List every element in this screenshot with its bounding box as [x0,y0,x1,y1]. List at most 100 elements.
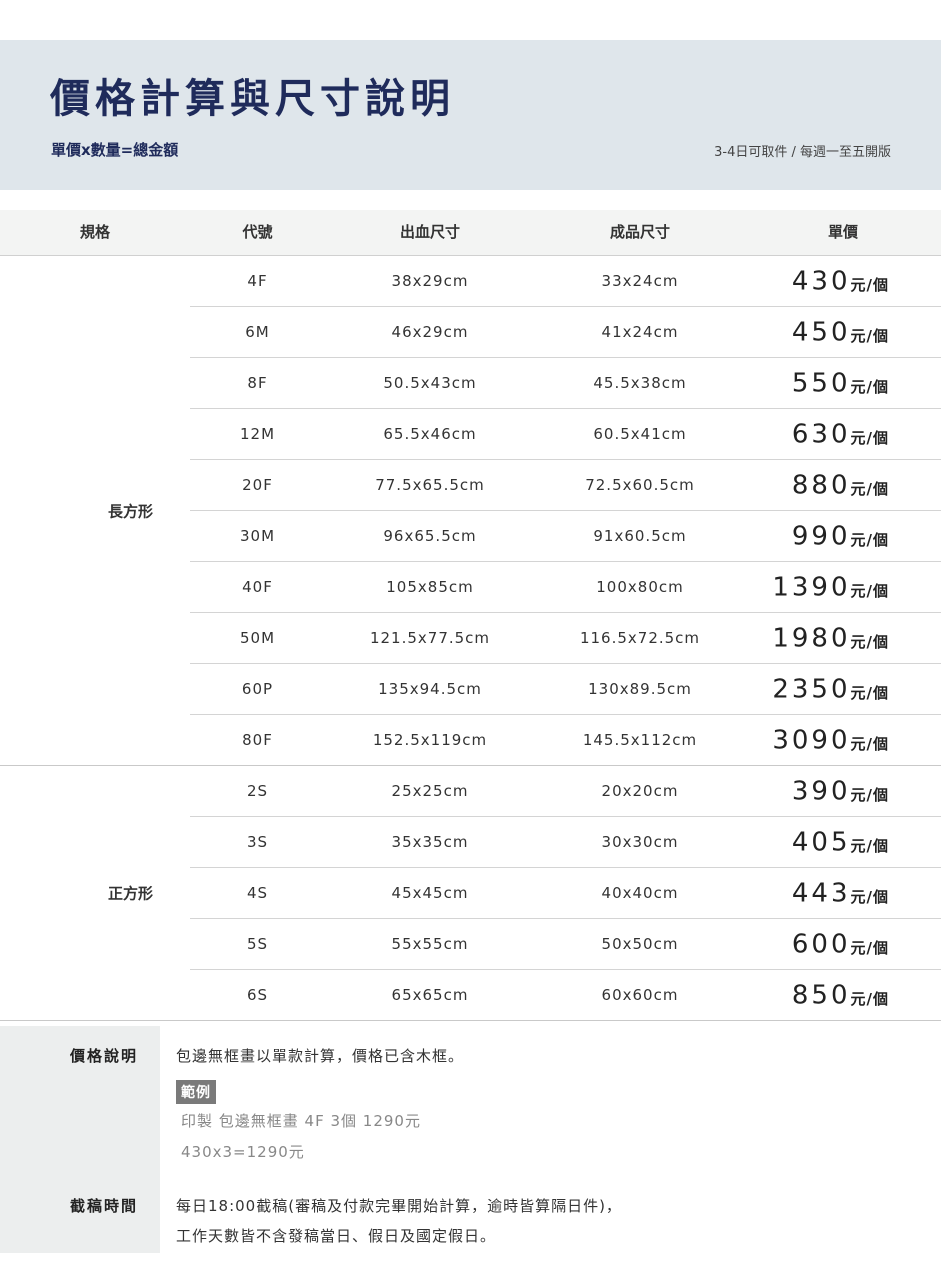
table-row: 4S 45x45cm 40x40cm 443元/個 [190,868,941,919]
price-value: 3090 [772,725,851,756]
code-cell: 50M [239,629,276,647]
bleed-size-cell: 135x94.5cm [378,680,482,698]
price-cell: 390元/個 [792,766,889,820]
code-cell: 60P [241,680,274,698]
price-unit: 元/個 [850,786,889,804]
deadline-note-line-1: 每日18:00截稿(審稿及付款完畢開始計算，逾時皆算隔日件)， [176,1197,622,1215]
bleed-size-cell: 152.5x119cm [372,731,488,749]
example-tag: 範例 [176,1080,216,1104]
group-rows: 4F 38x29cm 33x24cm 430元/個 6M 46x29cm 41x24cm 45… [190,256,941,765]
price-cell: 3090元/個 [772,715,889,769]
code-cell: 12M [239,425,276,443]
final-size-cell: 30x30cm [601,833,679,851]
table-row: 6S 65x65cm 60x60cm 850元/個 [190,970,941,1020]
table-row: 3S 35x35cm 30x30cm 405元/個 [190,817,941,868]
table-row: 20F 77.5x65.5cm 72.5x60.5cm 880元/個 [190,460,941,511]
price-table: 規格 代號 出血尺寸 成品尺寸 單價 長方形 4F 38x29cm 33x24cm 43… [0,210,941,1021]
bleed-size-cell: 45x45cm [391,884,469,902]
pickup-schedule: 3-4日可取件 / 每週一至五開版 [714,145,891,160]
column-header-shape: 規格 [79,223,110,241]
price-unit: 元/個 [850,633,889,651]
code-cell: 6M [245,323,270,341]
price-value: 880 [791,470,851,501]
price-unit: 元/個 [850,276,889,294]
column-header-code: 代號 [242,223,273,241]
column-header-unit-price: 單價 [827,223,858,241]
table-group: 長方形 4F 38x29cm 33x24cm 430元/個 6M 46x29cm 41x24c… [0,256,941,766]
column-header-final-size: 成品尺寸 [609,223,670,241]
deadline-note-label: 截稿時間 [70,1197,139,1215]
bleed-size-cell: 65x65cm [391,986,469,1004]
final-size-cell: 91x60.5cm [593,527,687,545]
final-size-cell: 72.5x60.5cm [585,476,695,494]
price-unit: 元/個 [850,378,889,396]
code-cell: 40F [242,578,273,596]
price-value: 430 [791,266,851,297]
column-header-bleed-size: 出血尺寸 [399,223,460,241]
price-value: 600 [791,929,851,960]
price-value: 443 [791,878,851,909]
code-cell: 8F [247,374,268,392]
price-value: 550 [791,368,851,399]
final-size-cell: 60x60cm [601,986,679,1004]
price-value: 1390 [772,572,851,603]
bleed-size-cell: 77.5x65.5cm [375,476,485,494]
price-value: 2350 [772,674,851,705]
table-row: 60P 135x94.5cm 130x89.5cm 2350元/個 [190,664,941,715]
price-cell: 443元/個 [792,868,889,922]
price-value: 405 [791,827,851,858]
price-cell: 600元/個 [792,919,889,973]
final-size-cell: 20x20cm [601,782,679,800]
table-row: 8F 50.5x43cm 45.5x38cm 550元/個 [190,358,941,409]
code-cell: 5S [246,935,269,953]
example-line-1: 印製 包邊無框畫 4F 3個 1290元 [181,1112,421,1130]
table-row: 2S 25x25cm 20x20cm 390元/個 [190,766,941,817]
price-unit: 元/個 [850,684,889,702]
price-cell: 630元/個 [792,409,889,463]
code-cell: 4F [247,272,268,290]
table-row: 4F 38x29cm 33x24cm 430元/個 [190,256,941,307]
bleed-size-cell: 105x85cm [386,578,474,596]
final-size-cell: 116.5x72.5cm [579,629,701,647]
price-cell: 550元/個 [792,358,889,412]
code-cell: 3S [246,833,269,851]
bleed-size-cell: 50.5x43cm [383,374,477,392]
table-row: 40F 105x85cm 100x80cm 1390元/個 [190,562,941,613]
table-row: 12M 65.5x46cm 60.5x41cm 630元/個 [190,409,941,460]
table-header: 規格 代號 出血尺寸 成品尺寸 單價 [0,210,941,256]
example-line-2: 430x3=1290元 [181,1143,305,1161]
table-body: 長方形 4F 38x29cm 33x24cm 430元/個 6M 46x29cm 41x24c… [0,256,941,1021]
page-title: 價格計算與尺寸說明 [50,76,455,122]
price-unit: 元/個 [850,939,889,957]
price-value: 990 [791,521,851,552]
bleed-size-cell: 55x55cm [391,935,469,953]
code-cell: 30M [239,527,276,545]
bleed-size-cell: 121.5x77.5cm [369,629,491,647]
price-cell: 850元/個 [792,970,889,1024]
code-cell: 2S [246,782,269,800]
table-row: 50M 121.5x77.5cm 116.5x72.5cm 1980元/個 [190,613,941,664]
header-banner: 價格計算與尺寸說明 單價x數量=總金額 3-4日可取件 / 每週一至五開版 [0,40,941,190]
price-value: 1980 [772,623,851,654]
code-cell: 4S [246,884,269,902]
price-unit: 元/個 [850,990,889,1008]
price-cell: 880元/個 [792,460,889,514]
table-row: 30M 96x65.5cm 91x60.5cm 990元/個 [190,511,941,562]
deadline-note-line-2: 工作天數皆不含發稿當日、假日及國定假日。 [176,1227,497,1245]
price-unit: 元/個 [850,531,889,549]
final-size-cell: 130x89.5cm [588,680,692,698]
final-size-cell: 40x40cm [601,884,679,902]
price-unit: 元/個 [850,480,889,498]
group-label: 長方形 [108,502,154,520]
notes-section: 價格說明 包邊無框畫以單款計算，價格已含木框。 範例 印製 包邊無框畫 4F 3… [0,1026,941,1253]
price-cell: 405元/個 [792,817,889,871]
price-cell: 1390元/個 [772,562,889,616]
code-cell: 80F [242,731,273,749]
bleed-size-cell: 46x29cm [391,323,469,341]
price-cell: 990元/個 [792,511,889,565]
price-cell: 430元/個 [792,256,889,310]
price-value: 630 [791,419,851,450]
price-note-text: 包邊無框畫以單款計算，價格已含木框。 [176,1047,465,1065]
final-size-cell: 145.5x112cm [582,731,698,749]
bleed-size-cell: 25x25cm [391,782,469,800]
